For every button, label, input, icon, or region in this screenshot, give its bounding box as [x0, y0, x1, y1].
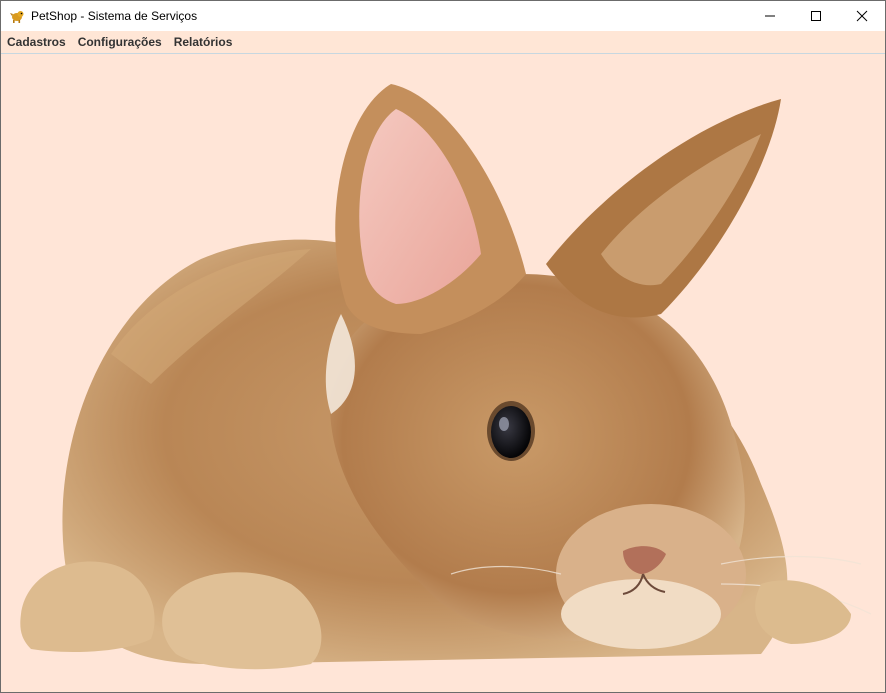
menu-configuracoes[interactable]: Configurações [72, 31, 168, 53]
menu-cadastros[interactable]: Cadastros [1, 31, 72, 53]
minimize-icon [765, 15, 775, 17]
app-window: PetShop - Sistema de Serviços Cadastros [0, 0, 886, 693]
window-controls [747, 1, 885, 31]
rabbit-photo [20, 84, 872, 670]
title-bar[interactable]: PetShop - Sistema de Serviços [1, 1, 885, 31]
close-icon [856, 10, 868, 22]
maximize-button[interactable] [793, 1, 839, 31]
menu-relatorios[interactable]: Relatórios [168, 31, 239, 53]
app-dog-icon [9, 8, 25, 24]
maximize-icon [811, 11, 821, 21]
main-content-area [1, 54, 885, 692]
menu-bar: Cadastros Configurações Relatórios [1, 31, 885, 54]
close-button[interactable] [839, 1, 885, 31]
window-title: PetShop - Sistema de Serviços [31, 9, 198, 23]
minimize-button[interactable] [747, 1, 793, 31]
